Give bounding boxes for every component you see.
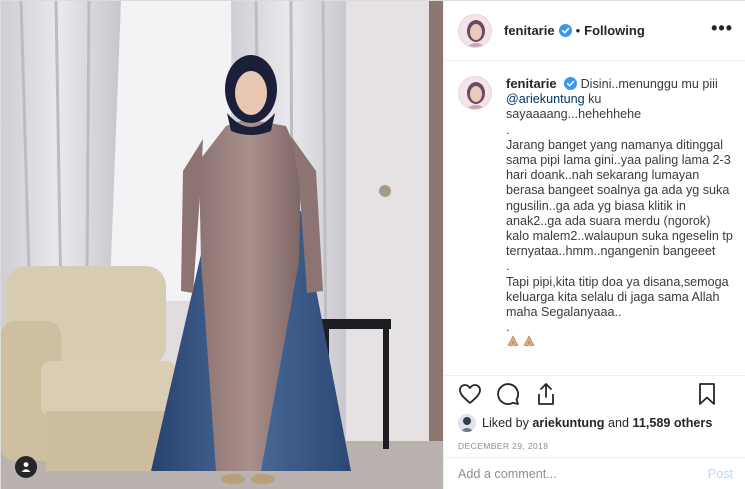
post-date[interactable]: DECEMBER 29, 2018 <box>458 441 733 451</box>
author-avatar[interactable] <box>458 13 492 48</box>
likes-prefix: Liked by <box>482 416 529 430</box>
praying-hands-icon <box>523 335 535 347</box>
post-photo-illustration <box>1 1 443 489</box>
caption-text: fenitarie Disini..menunggu mu piii @arie… <box>506 76 733 351</box>
likes-others-link[interactable]: 11,589 others <box>633 416 713 430</box>
comment-input[interactable] <box>458 467 708 481</box>
post-side-panel: fenitarie • Following ••• fenitarie Disi… <box>443 1 745 489</box>
caption-line: . <box>506 320 510 335</box>
action-icons <box>458 376 733 412</box>
comments-section: fenitarie Disini..menunggu mu piii @arie… <box>444 62 745 375</box>
caption-line: . <box>506 259 510 274</box>
likes-summary: Liked by ariekuntung and 11,589 others <box>458 412 733 434</box>
share-icon-svg <box>538 383 554 405</box>
comment-icon-svg <box>497 383 519 405</box>
caption-mention-link[interactable]: @ariekuntung <box>506 92 585 106</box>
caption-line: Tapi pipi,kita titip doa ya disana,semog… <box>506 274 729 320</box>
tagged-user-icon[interactable] <box>15 456 37 478</box>
post-photo[interactable] <box>1 1 443 489</box>
caption-avatar[interactable] <box>458 76 492 110</box>
comment-composer: Post <box>444 457 745 489</box>
caption: fenitarie Disini..menunggu mu piii @arie… <box>458 76 733 351</box>
heart-icon-svg <box>459 384 481 404</box>
avatar-image <box>459 14 491 47</box>
heart-icon[interactable] <box>458 382 482 406</box>
author-username[interactable]: fenitarie <box>504 23 555 38</box>
following-button[interactable]: Following <box>584 23 645 38</box>
bookmark-icon[interactable] <box>695 382 719 406</box>
comment-icon[interactable] <box>496 382 520 406</box>
avatar-image <box>458 414 476 432</box>
praying-hands-icon <box>507 335 519 347</box>
post-comment-button[interactable]: Post <box>708 467 733 481</box>
bookmark-icon-svg <box>699 383 715 405</box>
header-separator: • <box>575 23 581 38</box>
instagram-post: fenitarie • Following ••• fenitarie Disi… <box>0 0 745 489</box>
verified-badge-icon <box>564 77 578 90</box>
verified-badge-icon <box>558 24 572 37</box>
more-horizontal-icon[interactable]: ••• <box>711 19 733 37</box>
post-actions: Liked by ariekuntung and 11,589 others D… <box>444 375 745 451</box>
caption-line: . <box>506 122 510 137</box>
avatar-image <box>459 77 491 109</box>
liker-username[interactable]: ariekuntung <box>532 416 604 430</box>
likes-joiner: and <box>608 416 630 430</box>
caption-line: Disini..menunggu mu piii <box>580 77 718 91</box>
share-icon[interactable] <box>534 382 558 406</box>
liker-avatar[interactable] <box>458 414 476 432</box>
post-header: fenitarie • Following ••• <box>444 1 745 61</box>
praying-hands-emoji <box>506 335 733 350</box>
caption-username[interactable]: fenitarie <box>506 76 557 91</box>
person-icon <box>21 462 31 472</box>
caption-line: Jarang banget yang namanya ditinggal sam… <box>506 137 733 259</box>
